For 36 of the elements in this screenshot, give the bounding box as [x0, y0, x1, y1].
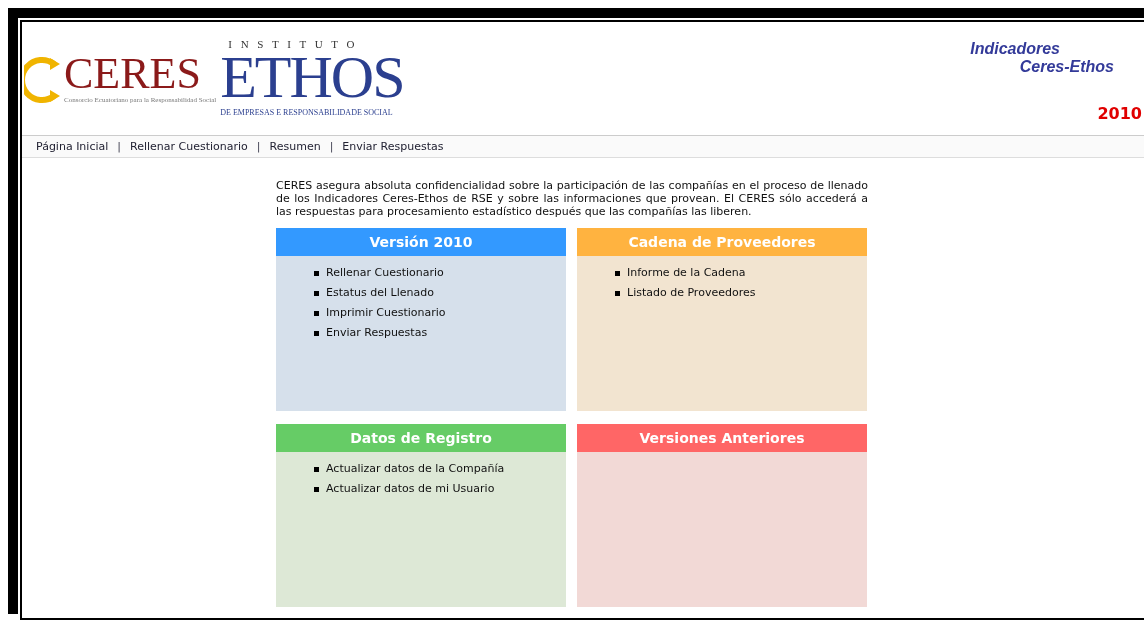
bullet-icon — [314, 290, 319, 296]
site-title: Indicadores — [970, 40, 1060, 58]
panel-link[interactable]: Listado de Proveedores — [627, 286, 756, 300]
panel-header: Datos de Registro — [276, 424, 566, 452]
nav-separator: | — [256, 140, 261, 153]
nav-link[interactable]: Rellenar Cuestionario — [130, 140, 248, 153]
bullet-icon — [314, 310, 319, 316]
logo-text: ETHOS — [220, 50, 404, 104]
panel-link[interactable]: Rellenar Cuestionario — [326, 266, 444, 280]
nav-link[interactable]: Enviar Respuestas — [342, 140, 444, 153]
logo-text: CERES — [64, 52, 202, 96]
nav-link[interactable]: Resumen — [269, 140, 321, 153]
site-title: Ceres-Ethos — [1019, 58, 1114, 76]
bullet-icon — [314, 466, 319, 472]
bullet-icon — [615, 290, 620, 296]
panel-header: Cadena de Proveedores — [577, 228, 867, 256]
logo-text: I N S T I T U T O — [228, 38, 358, 50]
ring-logo-icon — [24, 56, 60, 104]
panel-link[interactable]: Actualizar datos de mi Usuario — [326, 482, 495, 496]
panel-link[interactable]: Estatus del Llenado — [326, 286, 434, 300]
panel-header: Versión 2010 — [276, 228, 566, 256]
nav-separator: | — [117, 140, 122, 153]
panel-link[interactable]: Actualizar datos de la Compañía — [326, 462, 505, 476]
year-label: 2010 — [1097, 104, 1142, 123]
nav-separator: | — [329, 140, 334, 153]
bullet-icon — [314, 486, 319, 492]
bullet-icon — [314, 270, 319, 276]
panel-link[interactable]: Informe de la Cadena — [627, 266, 746, 280]
panel-link[interactable]: Enviar Respuestas — [326, 326, 428, 340]
intro-paragraph: CERES asegura absoluta confidencialidad sobre la participación de las compañías en el proceso de llenado de los Indicadores Ceres-Ethos de RSE y sobre las informaciones que provean. El CERES sólo accederá a las respuestas para procesamiento estadístico después que las compañías las liberen. — [276, 179, 868, 218]
panel-header: Versiones Anteriores — [577, 424, 867, 452]
logo-tagline: DE EMPRESAS E RESPONSABILIDADE SOCIAL — [220, 108, 393, 117]
bullet-icon — [615, 270, 620, 276]
bullet-icon — [314, 330, 319, 336]
nav-link[interactable]: Página Inicial — [36, 140, 109, 153]
panel-link[interactable]: Imprimir Cuestionario — [326, 306, 446, 320]
